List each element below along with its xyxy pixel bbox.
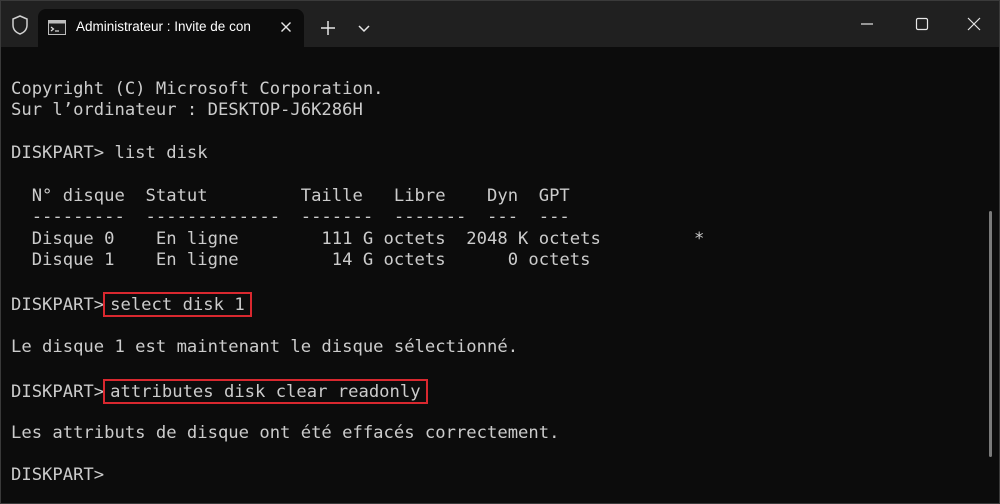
maximize-icon[interactable] <box>911 13 933 35</box>
title-bar[interactable]: Administrateur : Invite de con <box>1 1 999 47</box>
tab-admin-cmd[interactable]: Administrateur : Invite de con <box>38 9 304 47</box>
table-row: Disque 0 En ligne 111 G octets 2048 K oc… <box>11 229 705 249</box>
terminal-window: Administrateur : Invite de con Copyright… <box>0 0 1000 504</box>
table-separator: --------- ------------- ------- ------- … <box>11 207 570 227</box>
highlighted-command: attributes disk clear readonly <box>103 379 428 404</box>
command-line: DISKPART> attributes disk clear readonly <box>11 379 428 404</box>
command-line: DISKPART> select disk 1 <box>11 292 252 317</box>
terminal-icon <box>48 20 66 35</box>
prompt: DISKPART> <box>11 382 105 402</box>
prompt: DISKPART> <box>11 143 115 163</box>
close-icon[interactable] <box>276 17 296 37</box>
tab-title: Administrateur : Invite de con <box>76 19 251 34</box>
close-icon[interactable] <box>963 13 985 35</box>
highlighted-command: select disk 1 <box>103 292 252 317</box>
shield-icon <box>12 15 28 35</box>
output-line: Les attributs de disque ont été effacés … <box>11 423 560 443</box>
command-line: DISKPART> list disk <box>11 143 208 164</box>
prompt: DISKPART> <box>11 295 105 315</box>
output-line: Sur l’ordinateur : DESKTOP-J6K286H <box>11 100 363 120</box>
minimize-icon[interactable] <box>856 13 878 35</box>
table-header: N° disque Statut Taille Libre Dyn GPT <box>11 186 570 206</box>
output-line: Copyright (C) Microsoft Corporation. <box>11 79 384 99</box>
output-line: Le disque 1 est maintenant le disque sél… <box>11 337 519 357</box>
command-text: list disk <box>114 143 208 163</box>
plus-icon[interactable] <box>317 17 339 39</box>
final-prompt[interactable]: DISKPART> <box>11 465 104 486</box>
chevron-down-icon[interactable] <box>353 17 375 39</box>
table-row: Disque 1 En ligne 14 G octets 0 octets <box>11 250 591 270</box>
scrollbar[interactable] <box>989 211 992 457</box>
terminal-output[interactable]: Copyright (C) Microsoft Corporation. Sur… <box>1 47 999 503</box>
